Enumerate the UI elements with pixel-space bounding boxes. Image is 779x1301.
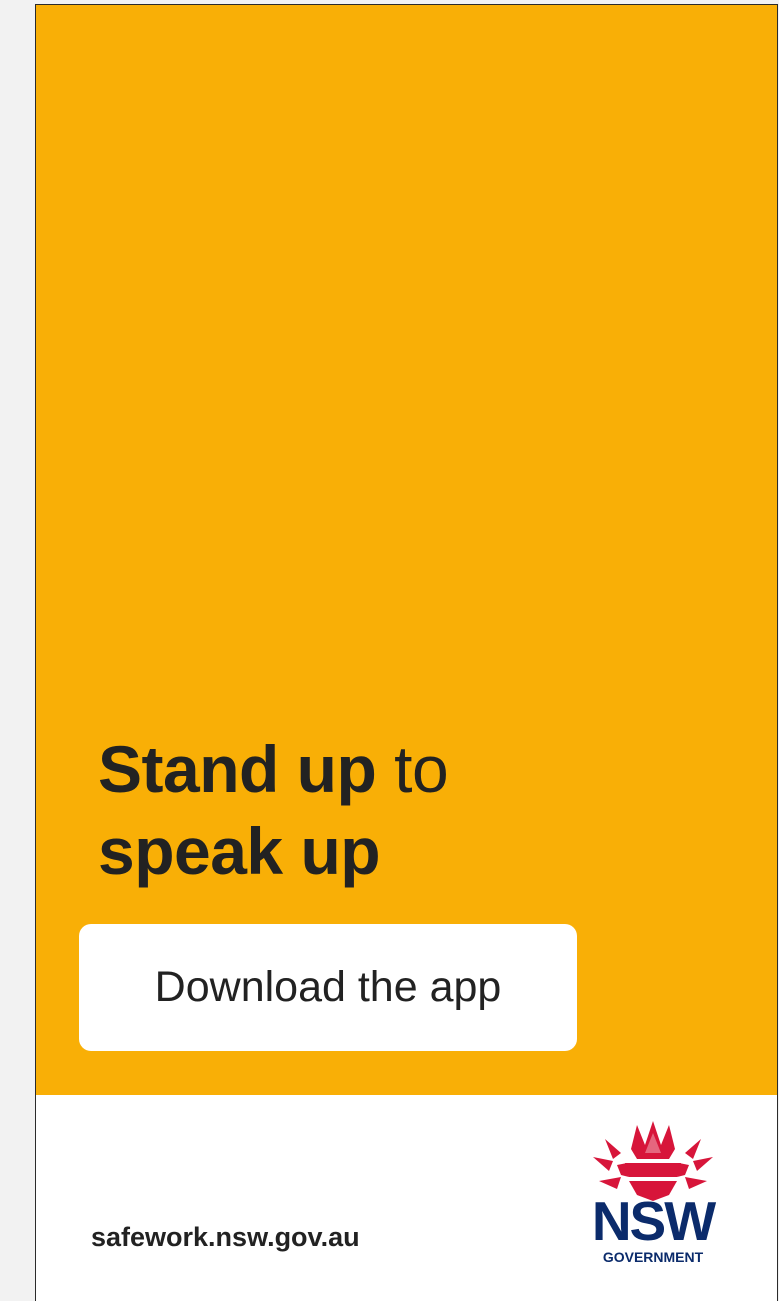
headline: Stand up to speak up: [98, 728, 449, 892]
waratah-flower-icon: [593, 1121, 713, 1201]
headline-bold-2: speak up: [98, 814, 381, 888]
logo-subtitle: GOVERNMENT: [602, 1249, 704, 1265]
ad-banner: Stand up to speak up Download the app sa…: [35, 4, 778, 1301]
footer: safework.nsw.gov.au NSW GOVERNMENT: [36, 1095, 777, 1301]
headline-light: to: [394, 732, 449, 806]
nsw-government-logo: NSW GOVERNMENT: [587, 1119, 719, 1269]
site-url-link[interactable]: safework.nsw.gov.au: [91, 1222, 360, 1253]
logo-wordmark: NSW: [591, 1190, 716, 1252]
download-app-button[interactable]: Download the app: [79, 924, 577, 1051]
hero-panel: Stand up to speak up Download the app: [36, 5, 777, 1095]
headline-bold-1: Stand up: [98, 732, 377, 806]
